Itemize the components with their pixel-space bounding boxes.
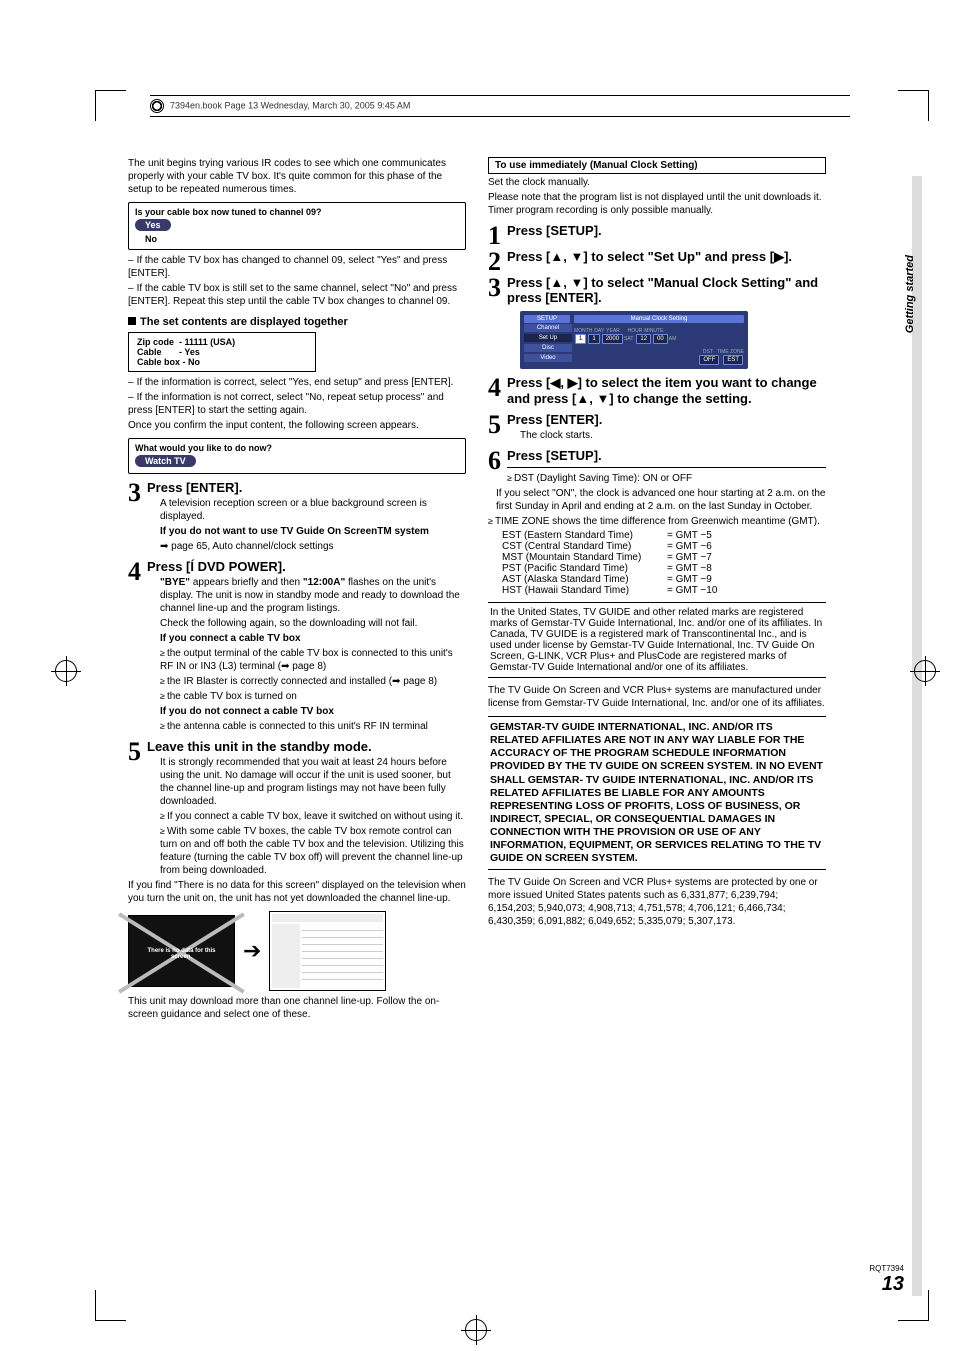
r-step-3: Press [▲, ▼] to select "Manual Clock Set… xyxy=(488,275,826,305)
step-number-4: 4 xyxy=(128,559,141,585)
confirm-text: Once you confirm the input content, the … xyxy=(128,419,466,432)
step-5-title: Leave this unit in the standby mode. xyxy=(128,739,466,754)
osd-minute: 00 xyxy=(653,334,668,344)
osd-day: 1 xyxy=(588,334,599,344)
note-no: If the cable TV box is still set to the … xyxy=(128,282,466,308)
osd-year: 2000 xyxy=(602,334,623,344)
osd-tz: EST xyxy=(723,355,743,365)
osd-hour: 12 xyxy=(636,334,651,344)
r-step-2-num: 2 xyxy=(488,249,501,275)
settings-summary-box: Zip code - 11111 (USA) Cable - Yes Cable… xyxy=(128,332,316,372)
screen-msg: There is no data for this screen. xyxy=(139,948,224,960)
timezone-table: EST (Eastern Standard Time)= GMT −5 CST … xyxy=(502,530,826,596)
dst-body: If you select "ON", the clock is advance… xyxy=(496,487,826,513)
option-yes: Yes xyxy=(135,219,171,231)
r-step-5-num: 5 xyxy=(488,412,501,438)
if-connect-box: If you connect a cable TV box xyxy=(160,633,301,644)
section-set-contents: The set contents are displayed together xyxy=(128,316,466,328)
page-footer: RQT7394 13 xyxy=(869,1264,904,1296)
trademark-note-2: The TV Guide On Screen and VCR Plus+ sys… xyxy=(488,684,826,710)
check-antenna: the antenna cable is connected to this u… xyxy=(160,720,466,733)
r-step-1-num: 1 xyxy=(488,223,501,249)
step-5-note-2: With some cable TV boxes, the cable TV b… xyxy=(160,825,466,877)
r-step-4: Press [◀, ▶] to select the item you want… xyxy=(488,375,826,406)
step-3-note: If you do not want to use TV Guide On Sc… xyxy=(160,526,429,537)
step-4-body: "BYE" appears briefly and then "12:00A" … xyxy=(160,576,466,615)
book-header: 7394en.book Page 13 Wednesday, March 30,… xyxy=(150,95,850,117)
doc-code: RQT7394 xyxy=(869,1264,904,1273)
osd-panel-title: Manual Clock Setting xyxy=(574,315,744,323)
arrow-icon: ➔ xyxy=(243,938,261,964)
osd-tab-channel: Channel xyxy=(524,324,572,332)
step-5-body: It is strongly recommended that you wait… xyxy=(160,756,466,808)
r-step-1: Press [SETUP]. xyxy=(488,223,826,238)
r-step-2: Press [▲, ▼] to select "Set Up" and pres… xyxy=(488,249,826,265)
screen-illustration: There is no data for this screen. ➔ xyxy=(128,911,466,991)
note-repeat-setup: If the information is not correct, selec… xyxy=(128,391,466,417)
osd-month: 1 xyxy=(575,334,586,344)
option-watch-tv: Watch TV xyxy=(135,455,196,467)
note-yes: If the cable TV box has changed to chann… xyxy=(128,254,466,280)
r-step-6: Press [SETUP]. xyxy=(488,448,826,463)
r-step-5: Press [ENTER]. xyxy=(488,412,826,427)
prompt-box-1: Is your cable box now tuned to channel 0… xyxy=(128,202,466,250)
legal-disclaimer: GEMSTAR-TV GUIDE INTERNATIONAL, INC. AND… xyxy=(488,716,826,870)
page-number: 13 xyxy=(882,1273,904,1295)
osd-title: SETUP xyxy=(524,315,570,323)
osd-tab-setup: Set Up xyxy=(524,334,572,342)
r-step-6-num: 6 xyxy=(488,448,501,474)
screen-guide xyxy=(269,911,386,991)
if-no-box: If you do not connect a cable TV box xyxy=(160,706,334,717)
step-number-5: 5 xyxy=(128,739,141,765)
manual-clock-p2: Please note that the program list is not… xyxy=(488,191,826,217)
step-4-title: Press [Í DVD POWER]. xyxy=(128,559,466,574)
check-output-terminal: the output terminal of the cable TV box … xyxy=(160,647,466,673)
dst-heading: DST (Daylight Saving Time): ON or OFF xyxy=(488,472,826,485)
osd-tab-video: Video xyxy=(524,354,572,362)
trademark-note-1: In the United States, TV GUIDE and other… xyxy=(488,602,826,678)
step-3-body: A television reception screen or a blue … xyxy=(160,497,466,523)
step-3-ref: page 65, Auto channel/clock settings xyxy=(160,540,466,553)
r-step-5-body: The clock starts. xyxy=(520,429,826,442)
prompt-1-question: Is your cable box now tuned to channel 0… xyxy=(135,207,459,217)
check-ir-blaster: the IR Blaster is correctly connected an… xyxy=(160,675,466,688)
nodata-text: If you find "There is no data for this s… xyxy=(128,879,466,905)
check-box-on: the cable TV box is turned on xyxy=(160,690,466,703)
manual-clock-p1: Set the clock manually. xyxy=(488,176,826,189)
osd-manual-clock: SETUP Channel Set Up Disc Video Manual C… xyxy=(520,311,748,369)
screen-no-data: There is no data for this screen. xyxy=(128,915,235,987)
patent-note: The TV Guide On Screen and VCR Plus+ sys… xyxy=(488,876,826,928)
r-step-4-num: 4 xyxy=(488,375,501,401)
section-tab-label: Getting started xyxy=(904,255,916,333)
step-4-check: Check the following again, so the downlo… xyxy=(160,617,466,630)
osd-tab-disc: Disc xyxy=(524,344,572,352)
prompt-box-2: What would you like to do now? Watch TV xyxy=(128,438,466,474)
step-3-title: Press [ENTER]. xyxy=(128,480,466,495)
step-number-3: 3 xyxy=(128,480,141,506)
prompt-2-question: What would you like to do now? xyxy=(135,443,459,453)
closing-text: This unit may download more than one cha… xyxy=(128,995,466,1021)
option-no: No xyxy=(135,233,167,245)
r-step-3-num: 3 xyxy=(488,275,501,301)
osd-dst: OFF xyxy=(699,355,719,365)
intro-text: The unit begins trying various IR codes … xyxy=(128,157,466,196)
step-5-note-1: If you connect a cable TV box, leave it … xyxy=(160,810,466,823)
tz-heading: TIME ZONE shows the time difference from… xyxy=(488,515,826,528)
note-end-setup: If the information is correct, select "Y… xyxy=(128,376,466,389)
manual-clock-title: To use immediately (Manual Clock Setting… xyxy=(488,157,826,174)
